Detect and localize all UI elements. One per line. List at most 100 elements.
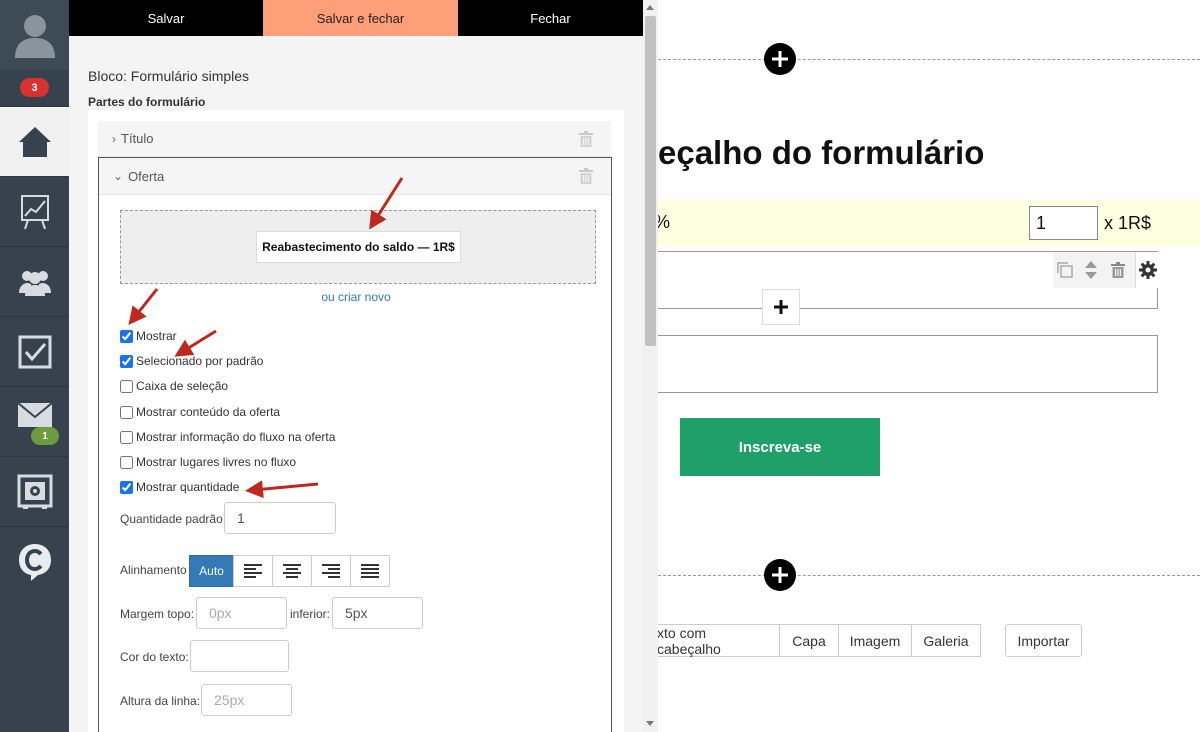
block-type-tabs: xto com cabeçalho Capa Imagem Galeria bbox=[658, 624, 981, 657]
close-button[interactable]: Fechar bbox=[458, 0, 643, 36]
nav-item-home[interactable] bbox=[0, 106, 69, 176]
margin-top-input[interactable] bbox=[196, 597, 287, 629]
form-heading: eçalho do formulário bbox=[658, 134, 985, 171]
scroll-up-arrow-icon[interactable] bbox=[646, 5, 654, 10]
add-element-button[interactable] bbox=[762, 289, 800, 325]
section-divider-bottom bbox=[658, 575, 1200, 576]
avatar-icon bbox=[14, 15, 55, 58]
save-button[interactable]: Salvar bbox=[69, 0, 263, 36]
nav-item-analytics[interactable] bbox=[0, 176, 69, 246]
align-auto-button[interactable]: Auto bbox=[189, 555, 234, 587]
default-qty-input[interactable]: 1 bbox=[224, 502, 336, 534]
copy-icon[interactable] bbox=[1057, 262, 1073, 278]
part-offer-expanded: ⌄ Oferta Reabastecimento do saldo — 1R$ … bbox=[98, 157, 612, 732]
save-and-close-button[interactable]: Salvar e fechar bbox=[263, 0, 458, 36]
editor-toolbar: Salvar Salvar e fechar Fechar bbox=[69, 0, 643, 36]
show-free-places-checkbox[interactable] bbox=[120, 455, 133, 469]
nav-item-mail[interactable] bbox=[0, 386, 69, 456]
nav-item-safe[interactable] bbox=[0, 456, 69, 526]
option-show-quantity[interactable]: Mostrar quantidade bbox=[120, 480, 239, 494]
import-button[interactable]: Importar bbox=[1005, 624, 1082, 657]
text-color-input[interactable] bbox=[190, 640, 289, 672]
mail-icon bbox=[16, 401, 53, 427]
section-divider-top bbox=[658, 59, 1200, 60]
block-title: Bloco: Formulário simples bbox=[88, 68, 250, 84]
option-label: Mostrar informação do fluxo na oferta bbox=[136, 430, 336, 444]
part-label: Título bbox=[121, 131, 154, 146]
plus-icon bbox=[772, 51, 788, 67]
option-selected-default[interactable]: Selecionado por padrão bbox=[120, 354, 263, 368]
trash-icon[interactable] bbox=[579, 168, 593, 184]
option-show[interactable]: Mostrar bbox=[120, 329, 177, 343]
checkbox-mode-checkbox[interactable] bbox=[120, 379, 133, 393]
margin-bottom-label: inferior: bbox=[290, 607, 331, 621]
align-justify-button[interactable] bbox=[350, 555, 390, 587]
alignment-buttons: Auto bbox=[189, 555, 390, 587]
block-settings-button[interactable] bbox=[1135, 252, 1159, 288]
notifications-badge[interactable]: 3 bbox=[20, 78, 49, 97]
gear-icon bbox=[1138, 261, 1157, 279]
option-label: Mostrar conteúdo da oferta bbox=[136, 405, 281, 419]
align-right-button[interactable] bbox=[311, 555, 351, 587]
nav-item-users[interactable] bbox=[0, 246, 69, 316]
tab-text-with-header[interactable]: xto com cabeçalho bbox=[658, 624, 780, 657]
move-up-down-icon[interactable] bbox=[1085, 261, 1097, 279]
editor-scrollbar[interactable] bbox=[643, 0, 658, 732]
part-row-offer[interactable]: ⌄ Oferta bbox=[99, 158, 611, 195]
trash-icon[interactable] bbox=[1111, 262, 1125, 278]
page-canvas: eçalho do formulário % 1 x 1R$ bbox=[658, 0, 1200, 732]
scroll-down-arrow-icon[interactable] bbox=[646, 721, 654, 726]
safe-icon bbox=[17, 474, 52, 509]
offer-selection-area[interactable]: Reabastecimento do saldo — 1R$ bbox=[120, 210, 596, 284]
option-show-offer-content[interactable]: Mostrar conteúdo da oferta bbox=[120, 405, 280, 419]
offer-line: % 1 x 1R$ bbox=[658, 200, 1200, 246]
tab-gallery[interactable]: Galeria bbox=[911, 624, 981, 657]
text-color-label: Cor do texto: bbox=[120, 650, 189, 664]
trash-icon[interactable] bbox=[579, 131, 593, 147]
messages-badge[interactable]: 1 bbox=[31, 427, 59, 445]
avatar[interactable] bbox=[0, 0, 69, 70]
left-nav: 3 1 bbox=[0, 0, 69, 732]
margin-top-label: Margem topo: bbox=[120, 607, 195, 621]
nav-item-tasks[interactable] bbox=[0, 316, 69, 386]
show-quantity-checkbox[interactable] bbox=[120, 480, 133, 494]
scrollbar-thumb[interactable] bbox=[645, 16, 656, 346]
align-justify-icon bbox=[361, 564, 379, 578]
chevron-right-icon: › bbox=[112, 131, 116, 146]
tab-cover[interactable]: Capa bbox=[779, 624, 839, 657]
plus-icon bbox=[774, 300, 788, 314]
default-qty-label: Quantidade padrão bbox=[120, 512, 223, 526]
selected-default-checkbox[interactable] bbox=[120, 354, 133, 368]
show-offer-content-checkbox[interactable] bbox=[120, 405, 133, 419]
selected-offer-chip[interactable]: Reabastecimento do saldo — 1R$ bbox=[256, 231, 461, 263]
tab-image[interactable]: Imagem bbox=[838, 624, 912, 657]
show-checkbox[interactable] bbox=[120, 329, 133, 343]
add-section-top-button[interactable] bbox=[764, 43, 796, 75]
link-icon: % bbox=[658, 212, 670, 233]
align-left-button[interactable] bbox=[233, 555, 273, 587]
margin-bottom-input[interactable]: 5px bbox=[332, 597, 423, 629]
parts-label: Partes do formulário bbox=[88, 95, 206, 109]
option-checkbox-mode[interactable]: Caixa de seleção bbox=[120, 379, 228, 393]
alignment-label: Alinhamento bbox=[120, 563, 187, 577]
align-right-icon bbox=[322, 564, 340, 578]
subscribe-button[interactable]: Inscreva-se bbox=[680, 418, 880, 476]
add-section-bottom-button[interactable] bbox=[764, 559, 796, 591]
line-height-input[interactable] bbox=[201, 684, 292, 716]
form-parts-list: › Título ⌄ Oferta Reabastecimento do sal… bbox=[88, 110, 624, 732]
form-field-block[interactable] bbox=[658, 335, 1158, 393]
option-show-free-places[interactable]: Mostrar lugares livres no fluxo bbox=[120, 455, 296, 469]
nav-item-brand[interactable] bbox=[0, 526, 69, 596]
option-label: Mostrar lugares livres no fluxo bbox=[136, 455, 297, 469]
quantity-input[interactable]: 1 bbox=[1029, 206, 1098, 240]
chevron-down-icon: ⌄ bbox=[113, 169, 124, 183]
create-new-link-text[interactable]: ou criar novo bbox=[321, 290, 390, 304]
chart-icon bbox=[20, 194, 49, 229]
align-center-button[interactable] bbox=[272, 555, 312, 587]
show-flow-info-checkbox[interactable] bbox=[120, 430, 133, 444]
part-row-title[interactable]: › Título bbox=[98, 121, 611, 157]
logo-c-icon bbox=[18, 543, 51, 581]
plus-icon bbox=[772, 567, 788, 583]
price-text: x 1R$ bbox=[1104, 213, 1152, 233]
option-show-flow-info[interactable]: Mostrar informação do fluxo na oferta bbox=[120, 430, 335, 444]
